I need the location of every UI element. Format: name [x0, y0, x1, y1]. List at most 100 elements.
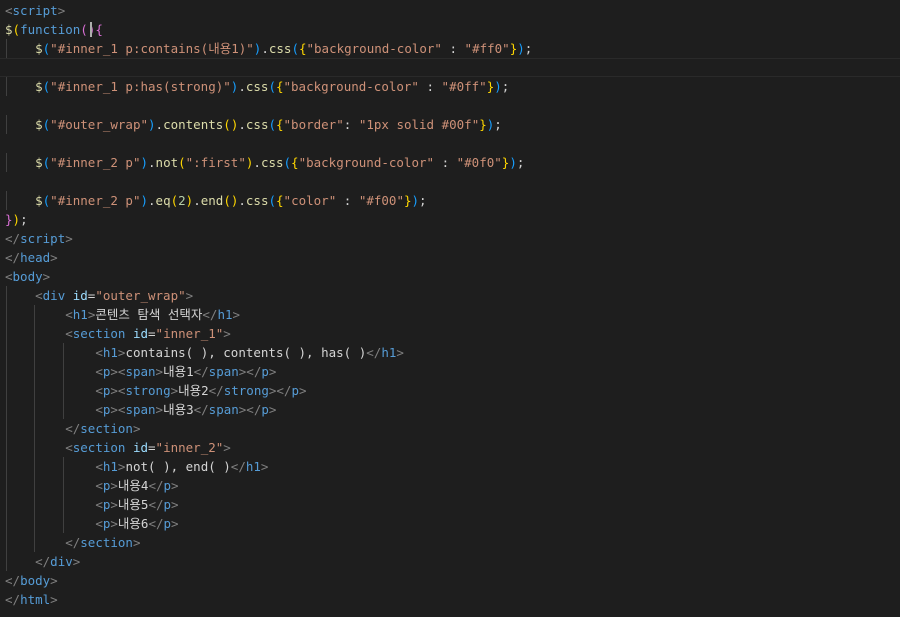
code-token: section: [80, 421, 133, 436]
code-token: body: [20, 573, 51, 588]
code-line-content: <p>내용6</p>: [5, 514, 178, 533]
code-token: >: [72, 554, 81, 569]
code-line[interactable]: </body>: [0, 571, 900, 590]
code-line[interactable]: </script>: [0, 229, 900, 248]
code-token: h1: [217, 307, 233, 322]
code-line[interactable]: <div id="outer_wrap">: [0, 286, 900, 305]
code-token: </: [65, 535, 81, 550]
code-token: 내용4: [117, 478, 149, 493]
code-token: >: [171, 497, 179, 512]
code-token: >: [57, 3, 66, 18]
code-editor[interactable]: <script>$(function(){ $("#inner_1 p:cont…: [0, 0, 900, 617]
code-line[interactable]: $("#inner_2 p").eq(2).end().css({"color"…: [0, 191, 900, 210]
code-token: $: [35, 155, 43, 170]
code-token: .: [261, 41, 269, 56]
code-token: contains( ), contents( ), has( ): [125, 345, 367, 360]
code-line[interactable]: $("#outer_wrap").contents().css({"border…: [0, 115, 900, 134]
code-line[interactable]: <h1>not( ), end( )</h1>: [0, 457, 900, 476]
code-token: {: [291, 155, 299, 170]
code-token: {: [95, 22, 103, 37]
code-token: "background-color": [298, 155, 435, 170]
code-token: >: [110, 516, 118, 531]
code-line[interactable]: </head>: [0, 248, 900, 267]
code-token: ): [148, 117, 156, 132]
code-token: <: [95, 497, 103, 512]
code-line[interactable]: <p>내용6</p>: [0, 514, 900, 533]
code-token: "outer_wrap": [95, 288, 186, 303]
code-line[interactable]: <p>내용4</p>: [0, 476, 900, 495]
code-line-content: </section>: [5, 533, 140, 552]
code-token: .: [238, 193, 246, 208]
code-token: 내용5: [117, 497, 149, 512]
code-token: =: [148, 326, 156, 341]
code-token: </: [65, 421, 81, 436]
code-token: }: [403, 193, 412, 208]
code-line-content: <h1>콘텐츠 탐색 선택자</h1>: [5, 305, 240, 324]
code-token: >: [42, 269, 51, 284]
code-line[interactable]: <h1>콘텐츠 탐색 선택자</h1>: [0, 305, 900, 324]
code-token: $: [35, 193, 43, 208]
code-token: "#ff0": [464, 41, 510, 56]
code-line[interactable]: [0, 172, 900, 191]
code-line[interactable]: </section>: [0, 533, 900, 552]
code-token: <: [65, 440, 73, 455]
code-token: p: [163, 478, 172, 493]
code-line[interactable]: <p><span>내용3</span></p>: [0, 400, 900, 419]
code-token: h1: [245, 459, 261, 474]
code-token: </: [5, 231, 21, 246]
code-token: </: [5, 573, 21, 588]
code-token: 내용1: [163, 364, 194, 379]
code-token: "#0f0": [456, 155, 502, 170]
code-token: (: [268, 117, 276, 132]
code-line[interactable]: <h1>contains( ), contents( ), has( )</h1…: [0, 343, 900, 362]
code-line[interactable]: </html>: [0, 590, 900, 609]
code-token: >: [223, 326, 231, 341]
code-token: p: [163, 497, 172, 512]
code-token: <: [5, 269, 13, 284]
code-line[interactable]: $(function(){: [0, 20, 900, 39]
code-line[interactable]: <p><strong>내용2</strong></p>: [0, 381, 900, 400]
code-token: (: [268, 79, 276, 94]
code-line[interactable]: <section id="inner_2">: [0, 438, 900, 457]
code-token: {: [276, 193, 284, 208]
code-line[interactable]: });: [0, 210, 900, 229]
code-line[interactable]: [0, 96, 900, 115]
code-token: "#inner_2 p": [50, 155, 141, 170]
code-token: css: [245, 193, 269, 208]
code-token: p: [291, 383, 299, 398]
code-line[interactable]: <p>내용5</p>: [0, 495, 900, 514]
code-line[interactable]: $("#inner_1 p:has(strong)").css({"backgr…: [0, 77, 900, 96]
code-token: .: [238, 79, 246, 94]
code-line[interactable]: <section id="inner_1">: [0, 324, 900, 343]
code-token: css: [260, 155, 284, 170]
code-line[interactable]: </section>: [0, 419, 900, 438]
code-token: id: [125, 440, 149, 455]
code-line[interactable]: [0, 58, 900, 77]
code-token: section: [80, 535, 133, 550]
code-token: </: [366, 345, 382, 360]
code-line[interactable]: $("#inner_2 p").not(":first").css({"back…: [0, 153, 900, 172]
code-token: id: [125, 326, 149, 341]
code-line[interactable]: <body>: [0, 267, 900, 286]
code-token: ":first": [185, 155, 246, 170]
code-token: 2: [178, 193, 186, 208]
code-token: "1px solid #00f": [358, 117, 480, 132]
code-token: $: [35, 117, 43, 132]
code-line[interactable]: </div>: [0, 552, 900, 571]
code-token: script: [20, 231, 66, 246]
code-token: ): [509, 155, 517, 170]
code-line[interactable]: <script>: [0, 1, 900, 20]
code-token: <: [95, 364, 103, 379]
code-line[interactable]: <p><span>내용1</span></p>: [0, 362, 900, 381]
code-line[interactable]: [0, 134, 900, 153]
code-token: >: [268, 402, 277, 417]
code-token: <: [95, 383, 103, 398]
code-token: span: [125, 364, 156, 379]
code-token: {: [298, 41, 307, 56]
code-token: ></: [238, 402, 262, 417]
code-line[interactable]: $("#inner_1 p:contains(내용1)").css({"back…: [0, 39, 900, 58]
